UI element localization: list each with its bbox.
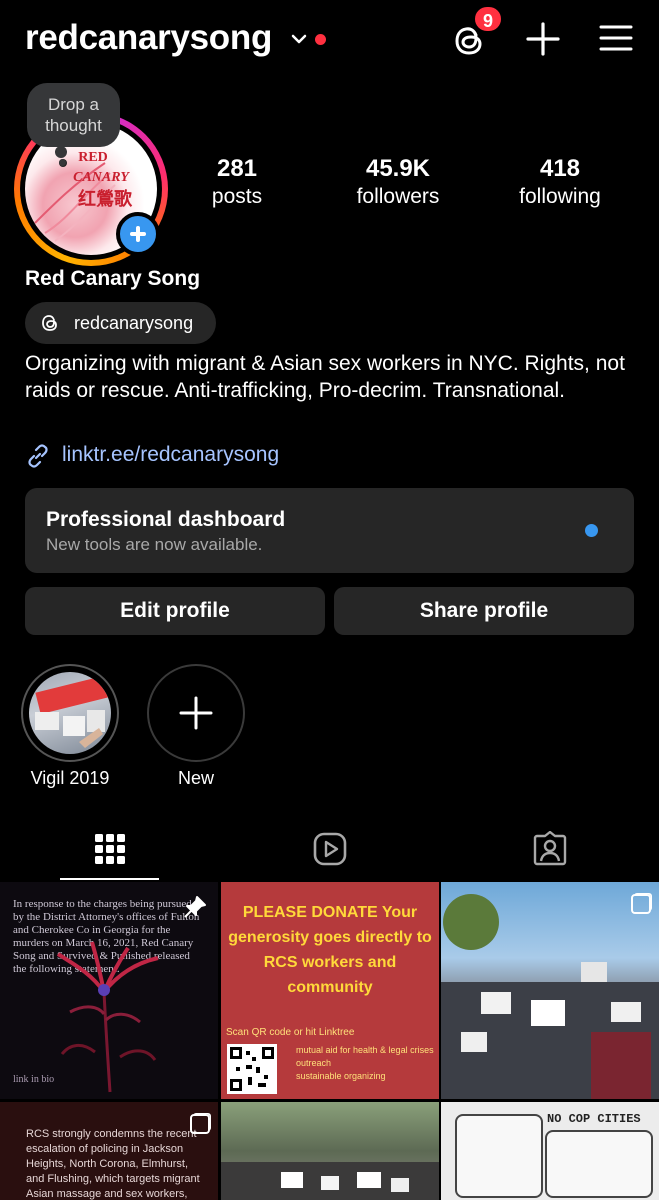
- post-caption-text: RCS strongly condemns the recent escalat…: [26, 1128, 200, 1200]
- new-highlight-button[interactable]: [147, 664, 245, 762]
- followers-stat[interactable]: 45.9K followers: [323, 155, 473, 210]
- tab-tagged[interactable]: [440, 815, 659, 881]
- highlight-label: Vigil 2019: [30, 768, 110, 788]
- carousel-icon: [631, 894, 651, 914]
- followers-count: 45.9K: [365, 155, 431, 182]
- turtle-sketch: [545, 1130, 653, 1198]
- posts-stat[interactable]: 281 posts: [162, 155, 312, 210]
- scan-instructions: Scan QR code or hit Linktree: [226, 1027, 355, 1038]
- post-tile[interactable]: PLEASE DONATE Your generosity goes direc…: [221, 882, 439, 1099]
- profile-header: redcanarysong 9: [0, 0, 659, 80]
- post-tile[interactable]: [221, 1102, 439, 1200]
- profile-bio: Organizing with migrant & Asian sex work…: [25, 352, 625, 402]
- username-switcher[interactable]: redcanarysong: [25, 18, 272, 58]
- dashboard-title: Professional dashboard: [46, 508, 286, 531]
- protest-photo: [441, 894, 659, 1099]
- professional-dashboard-card[interactable]: Professional dashboard New tools are now…: [25, 488, 634, 573]
- plus-icon: [179, 696, 213, 730]
- create-plus-icon[interactable]: [523, 19, 563, 59]
- posts-count: 281: [216, 155, 258, 182]
- post-footer: link in bio: [13, 1074, 55, 1085]
- profile-tabs: [0, 815, 659, 881]
- notification-badge: 9: [473, 5, 503, 33]
- post-title-text: NO COP CITIES: [547, 1112, 641, 1126]
- tab-posts-grid[interactable]: [0, 815, 219, 881]
- bullet-item: sustainable organizing: [296, 1071, 386, 1081]
- highlight-cover: [29, 672, 111, 754]
- bullet-item: mutual aid for health & legal crises: [296, 1045, 434, 1055]
- notification-dot: [315, 34, 326, 45]
- followers-label: followers: [356, 185, 440, 208]
- note-bubble-tail: [55, 146, 67, 158]
- highlight-vigil-2019[interactable]: [21, 664, 119, 762]
- portrait-sketch: [455, 1114, 543, 1198]
- tagged-person-icon: [533, 831, 567, 866]
- threads-icon: [42, 315, 57, 331]
- following-label: following: [519, 185, 601, 208]
- dashboard-subtitle: New tools are now available.: [46, 535, 263, 554]
- bio-link-text: linktr.ee/redcanarysong: [62, 443, 280, 466]
- posts-label: posts: [211, 185, 263, 208]
- svg-text:RED: RED: [78, 150, 108, 165]
- threads-profile-chip[interactable]: redcanarysong: [25, 302, 216, 344]
- bullet-item: outreach: [296, 1058, 332, 1068]
- grid-icon: [95, 834, 125, 864]
- following-count: 418: [539, 155, 581, 182]
- post-tile[interactable]: [441, 882, 659, 1099]
- post-tile[interactable]: NO COP CITIES: [441, 1102, 659, 1200]
- edit-profile-button[interactable]: Edit profile: [25, 587, 325, 635]
- post-tile[interactable]: In response to the charges being pursued…: [0, 882, 218, 1099]
- add-story-button[interactable]: [116, 212, 160, 256]
- donate-heading: PLEASE DONATE Your generosity goes direc…: [228, 904, 432, 996]
- share-profile-button[interactable]: Share profile: [334, 587, 634, 635]
- new-indicator-dot: [585, 524, 598, 537]
- post-tile[interactable]: RCS strongly condemns the recent escalat…: [0, 1102, 218, 1200]
- qr-code: [227, 1044, 277, 1094]
- carousel-icon: [190, 1114, 210, 1134]
- following-stat[interactable]: 418 following: [485, 155, 635, 210]
- highlight-label: New: [177, 768, 214, 788]
- donate-bullets: mutual aid for health & legal crises out…: [296, 1044, 436, 1083]
- note-bubble-tail-small: [59, 159, 66, 166]
- svg-text:红鶯歌: 红鶯歌: [78, 188, 133, 210]
- svg-text:CANARY: CANARY: [73, 170, 130, 185]
- display-name: Red Canary Song: [25, 267, 201, 290]
- tab-reels[interactable]: [220, 815, 439, 881]
- hamburger-menu-icon[interactable]: [597, 20, 635, 56]
- pinned-icon: [184, 896, 206, 918]
- rally-photo: [221, 1162, 439, 1200]
- chevron-down-icon[interactable]: [290, 30, 308, 48]
- active-tab-indicator: [60, 878, 159, 880]
- reels-play-icon: [313, 832, 347, 866]
- threads-handle: redcanarysong: [74, 313, 194, 333]
- link-icon: [28, 444, 48, 468]
- note-bubble[interactable]: Drop a thought: [27, 83, 120, 147]
